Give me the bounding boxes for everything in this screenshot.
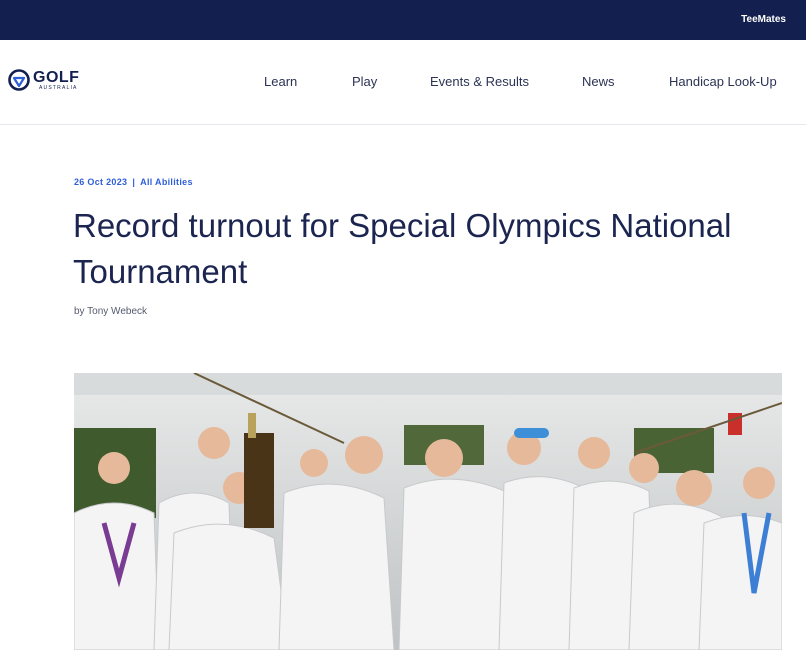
article-date: 26 Oct 2023 [74, 177, 128, 187]
nav-item-learn[interactable]: Learn [264, 74, 297, 89]
nav-item-play[interactable]: Play [352, 74, 377, 89]
nav-item-news[interactable]: News [582, 74, 615, 89]
golfers-celebration-photo [74, 373, 782, 650]
golf-logo-icon [8, 69, 30, 91]
brand-subtitle: AUSTRALIA [39, 84, 78, 91]
main-navigation: GOLF AUSTRALIA Learn Play Events & Resul… [0, 40, 806, 125]
article-byline: by Tony Webeck [74, 306, 148, 317]
teemates-link[interactable]: TeeMates [741, 14, 786, 25]
article-category-link[interactable]: All Abilities [140, 177, 193, 187]
article-title: Record turnout for Special Olympics Nati… [73, 207, 732, 290]
brand-name: GOLF [33, 68, 80, 86]
meta-separator: | [132, 177, 136, 187]
article-meta: 26 Oct 2023 | All Abilities [74, 177, 193, 187]
hero-image [74, 373, 782, 650]
top-utility-bar: TeeMates [0, 0, 806, 40]
nav-item-handicap-lookup[interactable]: Handicap Look-Up [669, 74, 777, 89]
golf-australia-logo[interactable]: GOLF AUSTRALIA [8, 69, 79, 91]
nav-item-events-results[interactable]: Events & Results [430, 74, 529, 89]
